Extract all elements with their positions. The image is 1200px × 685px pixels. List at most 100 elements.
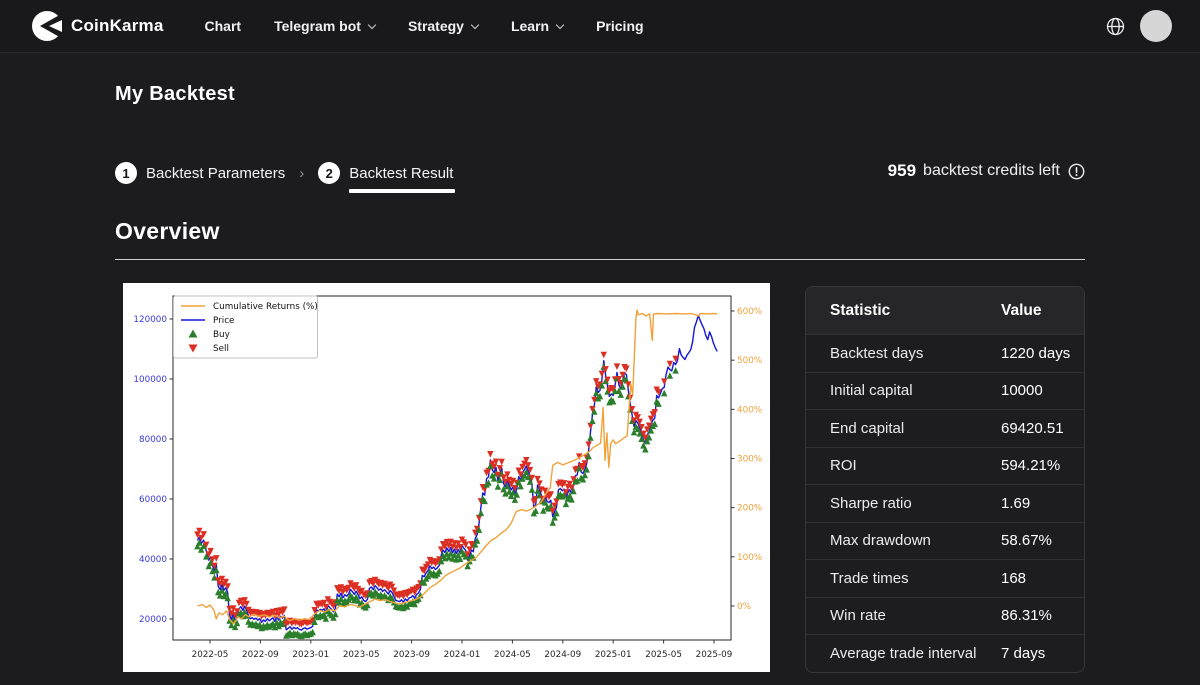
step-number: 1 <box>115 162 137 184</box>
stats-table-header: StatisticValue <box>806 287 1084 334</box>
active-step-underline <box>349 189 455 193</box>
svg-text:60000: 60000 <box>139 495 167 505</box>
credits: 959 backtest credits left <box>888 161 1085 181</box>
svg-text:2023-09: 2023-09 <box>393 650 430 660</box>
nav-item-chart[interactable]: Chart <box>205 18 242 34</box>
navbar: CoinKarma Chart Telegram bot Strategy Learn… <box>0 0 1200 53</box>
svg-text:2025-01: 2025-01 <box>595 650 632 660</box>
coinkarma-logo-icon <box>32 11 62 41</box>
brand-name: CoinKarma <box>71 16 164 36</box>
stat-row-win-rate: Win rate86.31% <box>806 597 1084 635</box>
stat-value: 7 days <box>1001 645 1084 662</box>
page-title: My Backtest <box>115 83 235 106</box>
header-statistic: Statistic <box>830 302 1001 320</box>
stat-row-sharpe-ratio: Sharpe ratio1.69 <box>806 484 1084 522</box>
stat-label: ROI <box>830 457 1001 474</box>
svg-text:2022-05: 2022-05 <box>192 650 229 660</box>
svg-text:100000: 100000 <box>133 375 167 385</box>
chart-legend: Cumulative Returns (%) Price Buy Sell <box>174 296 318 358</box>
credits-info-icon[interactable] <box>1068 163 1085 180</box>
stat-label: Trade times <box>830 570 1001 587</box>
stat-row-trade-times: Trade times168 <box>806 559 1084 597</box>
nav-item-label: Telegram bot <box>274 18 361 34</box>
globe-icon[interactable] <box>1106 17 1125 36</box>
nav-item-label: Pricing <box>596 18 643 34</box>
credits-label: backtest credits left <box>923 162 1060 180</box>
svg-text:500%: 500% <box>737 356 762 366</box>
svg-text:400%: 400% <box>737 405 762 415</box>
nav-right <box>1106 10 1172 42</box>
stat-row-max-drawdown: Max drawdown58.67% <box>806 522 1084 560</box>
backtest-result-page: CoinKarma Chart Telegram bot Strategy Learn… <box>0 0 1200 685</box>
svg-text:80000: 80000 <box>139 435 167 445</box>
svg-text:2025-09: 2025-09 <box>696 650 733 660</box>
stat-value: 1220 days <box>1001 345 1084 362</box>
nav-item-telegram-bot[interactable]: Telegram bot <box>274 18 375 34</box>
chevron-down-icon <box>556 20 564 28</box>
nav-item-strategy[interactable]: Strategy <box>408 18 478 34</box>
nav-item-label: Learn <box>511 18 549 34</box>
stat-row-end-capital: End capital69420.51 <box>806 409 1084 447</box>
stat-value: 86.31% <box>1001 607 1084 624</box>
svg-text:Buy: Buy <box>213 330 230 340</box>
svg-text:120000: 120000 <box>133 315 167 325</box>
svg-text:200%: 200% <box>737 504 762 514</box>
header-value: Value <box>1001 302 1084 320</box>
stat-value: 1.69 <box>1001 495 1084 512</box>
stat-label: Sharpe ratio <box>830 495 1001 512</box>
chevron-down-icon <box>471 20 479 28</box>
stat-label: End capital <box>830 420 1001 437</box>
svg-text:Cumulative Returns (%): Cumulative Returns (%) <box>213 302 318 312</box>
stat-row-backtest-days: Backtest days1220 days <box>806 334 1084 372</box>
backtest-chart-panel: 20000 40000 60000 80000 100000 120000 0% 100% 20… <box>123 283 770 672</box>
brand[interactable]: CoinKarma <box>32 11 164 41</box>
stat-value: 594.21% <box>1001 457 1084 474</box>
svg-text:20000: 20000 <box>139 615 167 625</box>
svg-text:2024-01: 2024-01 <box>444 650 481 660</box>
nav-item-label: Strategy <box>408 18 464 34</box>
nav-item-learn[interactable]: Learn <box>511 18 563 34</box>
stepper-step-backtest-result[interactable]: 2 Backtest Result <box>318 162 453 184</box>
stat-label: Backtest days <box>830 345 1001 362</box>
svg-text:Price: Price <box>213 316 234 326</box>
nav-item-label: Chart <box>205 18 242 34</box>
step-label: Backtest Parameters <box>146 165 285 182</box>
svg-text:600%: 600% <box>737 307 762 317</box>
svg-text:2025-05: 2025-05 <box>645 650 682 660</box>
stepper: 1 Backtest Parameters › 2 Backtest Result <box>115 160 453 186</box>
svg-text:2024-09: 2024-09 <box>544 650 581 660</box>
stat-label: Max drawdown <box>830 532 1001 549</box>
stepper-step-backtest-parameters[interactable]: 1 Backtest Parameters <box>115 162 285 184</box>
stat-label: Average trade interval <box>830 645 1001 662</box>
backtest-chart: 20000 40000 60000 80000 100000 120000 0% 100% 20… <box>123 283 770 672</box>
user-avatar[interactable] <box>1140 10 1172 42</box>
svg-text:0%: 0% <box>737 602 751 612</box>
stat-row-average-trade-interval: Average trade interval7 days <box>806 634 1084 672</box>
svg-text:Sell: Sell <box>213 344 229 354</box>
svg-text:2023-05: 2023-05 <box>343 650 380 660</box>
svg-text:2023-01: 2023-01 <box>292 650 329 660</box>
stat-value: 10000 <box>1001 382 1084 399</box>
step-number: 2 <box>318 162 340 184</box>
stat-label: Initial capital <box>830 382 1001 399</box>
svg-text:2022-09: 2022-09 <box>242 650 279 660</box>
overview-divider <box>115 259 1085 260</box>
stat-row-roi: ROI594.21% <box>806 447 1084 485</box>
stats-table: StatisticValueBacktest days1220 daysInit… <box>805 286 1085 673</box>
svg-text:100%: 100% <box>737 553 762 563</box>
stat-value: 69420.51 <box>1001 420 1084 437</box>
stepper-separator-icon: › <box>299 165 304 182</box>
credits-count: 959 <box>888 161 916 181</box>
stat-label: Win rate <box>830 607 1001 624</box>
svg-text:2024-05: 2024-05 <box>494 650 531 660</box>
svg-text:40000: 40000 <box>139 555 167 565</box>
nav-item-pricing[interactable]: Pricing <box>596 18 643 34</box>
chevron-down-icon <box>368 20 376 28</box>
step-label: Backtest Result <box>349 165 453 182</box>
nav-links: Chart Telegram bot Strategy Learn Pricing <box>205 18 644 34</box>
stat-value: 168 <box>1001 570 1084 587</box>
svg-text:300%: 300% <box>737 454 762 464</box>
section-title: Overview <box>115 218 220 245</box>
stat-value: 58.67% <box>1001 532 1084 549</box>
stat-row-initial-capital: Initial capital10000 <box>806 372 1084 410</box>
